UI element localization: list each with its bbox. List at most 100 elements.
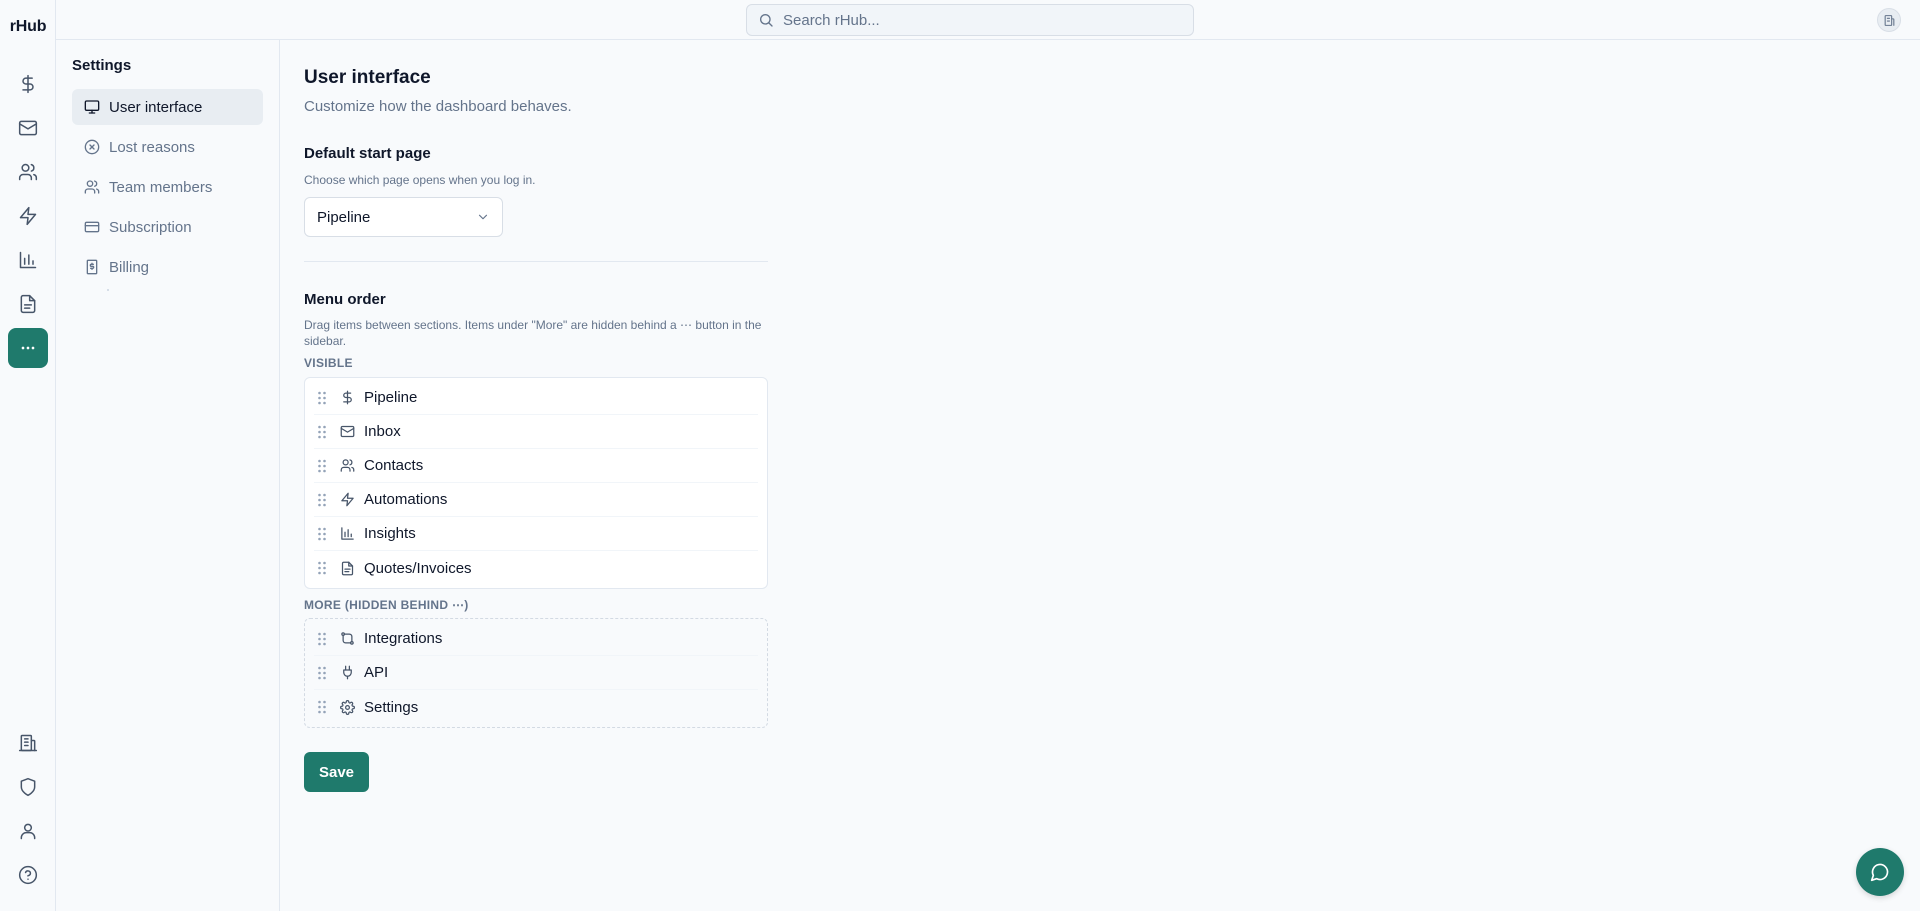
- start-page-help: Choose which page opens when you log in.: [304, 173, 536, 187]
- menu-item-label: Automations: [364, 491, 448, 508]
- section-divider: [304, 261, 768, 262]
- search-icon: [758, 12, 774, 28]
- app-logo[interactable]: rHub: [0, 18, 56, 36]
- receipt-icon: [84, 259, 100, 275]
- nav-item-label: Team members: [109, 178, 213, 196]
- more-horizontal-icon: [18, 338, 38, 358]
- drag-handle-icon[interactable]: [314, 666, 330, 680]
- rail-contacts-button[interactable]: [8, 152, 48, 192]
- menu-item-integrations[interactable]: Integrations: [314, 622, 758, 656]
- drag-handle-icon[interactable]: [314, 459, 330, 473]
- users-icon: [18, 162, 38, 182]
- file-text-icon: [339, 561, 355, 576]
- rail-profile-button[interactable]: [8, 811, 48, 851]
- search-box[interactable]: [746, 4, 1194, 36]
- rail-help-button[interactable]: [8, 855, 48, 895]
- shield-icon: [18, 777, 38, 797]
- rail-pipeline-button[interactable]: [8, 64, 48, 104]
- menu-item-settings[interactable]: Settings: [314, 690, 758, 724]
- mail-icon: [339, 424, 355, 439]
- settings-nav-subscription[interactable]: Subscription: [72, 209, 263, 245]
- plug-icon: [339, 665, 355, 680]
- settings-nav-billing[interactable]: Billing: [72, 249, 263, 285]
- user-icon: [18, 821, 38, 841]
- menu-item-pipeline[interactable]: Pipeline: [314, 381, 758, 415]
- menu-item-label: Quotes/Invoices: [364, 559, 472, 577]
- drag-handle-icon[interactable]: [314, 391, 330, 405]
- rail-organization-button[interactable]: [8, 723, 48, 763]
- x-circle-icon: [84, 139, 100, 155]
- rail-security-button[interactable]: [8, 767, 48, 807]
- page-subtitle: Customize how the dashboard behaves.: [304, 98, 572, 115]
- menu-order-title: Menu order: [304, 291, 386, 308]
- menu-item-label: Contacts: [364, 457, 424, 474]
- nav-item-label: User interface: [109, 98, 203, 116]
- nav-item-label: Billing: [109, 258, 150, 276]
- monitor-icon: [84, 99, 100, 115]
- message-circle-icon: [1870, 862, 1890, 882]
- menu-item-api[interactable]: API: [314, 656, 758, 690]
- start-page-value: Pipeline: [317, 208, 371, 226]
- help-circle-icon: [18, 865, 38, 885]
- menu-item-label: Pipeline: [364, 389, 418, 406]
- menu-item-label: Insights: [364, 525, 416, 542]
- drag-handle-icon[interactable]: [314, 561, 330, 575]
- settings-nav-user-interface[interactable]: User interface: [72, 89, 263, 125]
- gear-icon: [339, 699, 355, 715]
- more-list[interactable]: Integrations API Settings: [304, 618, 768, 728]
- settings-title: Settings: [72, 57, 132, 74]
- file-text-icon: [18, 294, 38, 314]
- nav-item-label: Lost reasons: [109, 138, 195, 156]
- save-button[interactable]: Save: [304, 752, 369, 792]
- chevron-down-icon: [476, 210, 490, 224]
- menu-item-contacts[interactable]: Contacts: [314, 449, 758, 483]
- more-section-label: MORE (HIDDEN BEHIND ⋯): [304, 598, 469, 612]
- drag-handle-icon[interactable]: [314, 425, 330, 439]
- drag-handle-icon[interactable]: [314, 527, 330, 541]
- workflow-icon: [339, 631, 355, 646]
- zap-icon: [339, 492, 355, 507]
- mail-icon: [18, 118, 38, 138]
- start-page-select[interactable]: Pipeline: [304, 197, 503, 237]
- menu-item-label: Settings: [364, 698, 419, 716]
- zap-icon: [18, 206, 38, 226]
- menu-item-quotes-invoices[interactable]: Quotes/Invoices: [314, 551, 758, 585]
- rail-quotes-button[interactable]: [8, 284, 48, 324]
- dollar-icon: [339, 390, 355, 405]
- rail-more-button[interactable]: [8, 328, 48, 368]
- page-title: User interface: [304, 67, 431, 88]
- chat-launcher-button[interactable]: [1856, 848, 1904, 896]
- visible-section-label: VISIBLE: [304, 356, 353, 370]
- rail-inbox-button[interactable]: [8, 108, 48, 148]
- users-icon: [339, 458, 355, 473]
- rail-automations-button[interactable]: [8, 196, 48, 236]
- dollar-icon: [18, 74, 38, 94]
- nav-scroll-indicator: [107, 289, 109, 291]
- top-bar: [56, 0, 1920, 40]
- users-icon: [84, 179, 100, 195]
- drag-handle-icon[interactable]: [314, 493, 330, 507]
- user-interface-panel: User interface Customize how the dashboa…: [304, 68, 768, 792]
- app-rail: rHub: [0, 0, 56, 911]
- menu-item-label: Inbox: [364, 423, 401, 440]
- menu-item-label: API: [364, 664, 389, 681]
- search-input[interactable]: [783, 11, 1163, 29]
- building-icon: [1883, 14, 1896, 27]
- menu-item-inbox[interactable]: Inbox: [314, 415, 758, 449]
- bar-chart-icon: [339, 526, 355, 541]
- settings-sidebar: Settings User interface Lost reasons Tea…: [56, 40, 280, 911]
- menu-item-insights[interactable]: Insights: [314, 517, 758, 551]
- drag-handle-icon[interactable]: [314, 700, 330, 714]
- visible-list[interactable]: Pipeline Inbox Contacts Automations Insi…: [304, 377, 768, 589]
- drag-handle-icon[interactable]: [314, 632, 330, 646]
- menu-order-help: Drag items between sections. Items under…: [304, 318, 762, 348]
- nav-item-label: Subscription: [109, 218, 192, 236]
- rail-insights-button[interactable]: [8, 240, 48, 280]
- organization-avatar[interactable]: [1877, 8, 1901, 32]
- credit-card-icon: [84, 219, 100, 235]
- settings-nav-lost-reasons[interactable]: Lost reasons: [72, 129, 263, 165]
- settings-nav-team-members[interactable]: Team members: [72, 169, 263, 205]
- building-icon: [18, 733, 38, 753]
- menu-item-automations[interactable]: Automations: [314, 483, 758, 517]
- menu-item-label: Integrations: [364, 630, 443, 647]
